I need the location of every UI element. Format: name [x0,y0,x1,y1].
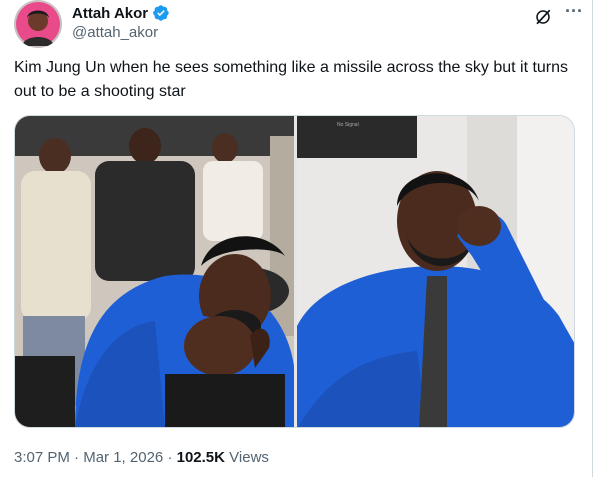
media-image-left[interactable] [15,116,294,427]
tweet-media[interactable]: No Signal [14,115,575,428]
tweet-time[interactable]: 3:07 PM [14,449,70,466]
tweet-card: Attah Akor @attah_akor ··· Kim Jung Un w… [0,0,592,477]
author-name-row: Attah Akor [72,4,170,22]
page-edge-divider [592,0,601,477]
author-handle[interactable]: @attah_akor [72,24,158,41]
tweet-date[interactable]: Mar 1, 2026 [83,449,163,466]
grok-icon[interactable] [534,8,552,26]
avatar[interactable] [14,0,62,48]
tweet-text: Kim Jung Un when he sees something like … [14,59,569,100]
verified-badge-icon [152,4,170,22]
meta-separator: · [74,449,80,466]
tv-screen-text: No Signal [337,122,359,128]
views-count[interactable]: 102.5K [177,449,225,466]
more-options-icon[interactable]: ··· [562,2,586,22]
tweet-meta: 3:07 PM · Mar 1, 2026 · 102.5K Views [14,449,269,466]
views-label: Views [229,449,269,466]
tweet-header: Attah Akor @attah_akor ··· [10,0,590,50]
media-image-right[interactable]: No Signal [297,116,574,427]
author-name[interactable]: Attah Akor [72,5,148,22]
meta-separator-2: · [167,449,173,466]
